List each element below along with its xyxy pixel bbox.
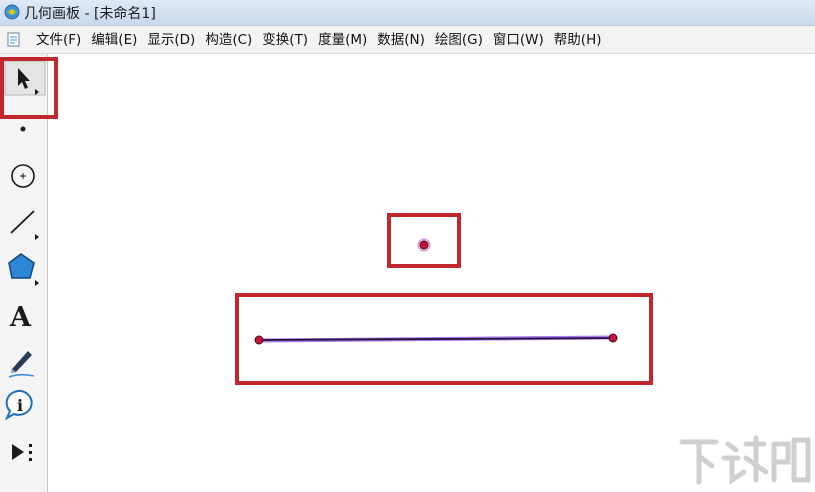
menu-construct[interactable]: 构造(C) <box>200 26 257 54</box>
point-highlight-box <box>387 213 461 268</box>
menu-edit[interactable]: 编辑(E) <box>86 26 142 54</box>
custom-play-icon <box>12 444 32 461</box>
info-tool-glyph: i <box>17 396 23 415</box>
menu-bar: 文件(F) 编辑(E) 显示(D) 构造(C) 变换(T) 度量(M) 数据(N… <box>0 26 815 54</box>
menu-transform[interactable]: 变换(T) <box>257 26 313 54</box>
marker-pen-icon <box>8 351 35 378</box>
polygon-tool[interactable] <box>0 248 48 292</box>
circle-icon <box>11 164 35 188</box>
segment-icon <box>10 210 39 240</box>
menu-list: 文件(F) 编辑(E) 显示(D) 构造(C) 变换(T) 度量(M) 数据(N… <box>31 26 606 54</box>
download-site-watermark-logo <box>679 435 811 485</box>
menu-file[interactable]: 文件(F) <box>31 26 86 54</box>
menu-data[interactable]: 数据(N) <box>372 26 430 54</box>
menu-window[interactable]: 窗口(W) <box>488 26 549 54</box>
compass-tool[interactable] <box>0 154 48 198</box>
document-icon[interactable] <box>6 32 21 47</box>
title-bar: 几何画板 - [未命名1] <box>0 0 815 26</box>
menu-graph[interactable]: 绘图(G) <box>430 26 488 54</box>
sketch-canvas[interactable] <box>49 54 815 492</box>
menu-display[interactable]: 显示(D) <box>142 26 200 54</box>
canvas-drawing <box>254 238 618 345</box>
custom-tool[interactable] <box>0 430 48 474</box>
menu-measure[interactable]: 度量(M) <box>313 26 372 54</box>
marker-tool[interactable] <box>0 340 48 384</box>
geometers-sketchpad-app-icon[interactable] <box>3 3 21 21</box>
text-tool-glyph: A <box>9 302 32 333</box>
info-icon: i <box>4 389 33 421</box>
polygon-icon <box>8 253 39 286</box>
text-tool[interactable]: A <box>0 294 48 338</box>
segment-highlight-box <box>235 293 653 385</box>
text-a-icon: A <box>9 302 32 333</box>
information-tool[interactable]: i <box>0 384 48 428</box>
toolbox: A i <box>0 54 48 492</box>
menu-help[interactable]: 帮助(H) <box>549 26 607 54</box>
straightedge-tool[interactable] <box>0 202 48 246</box>
window-title: 几何画板 - [未命名1] <box>24 6 156 22</box>
